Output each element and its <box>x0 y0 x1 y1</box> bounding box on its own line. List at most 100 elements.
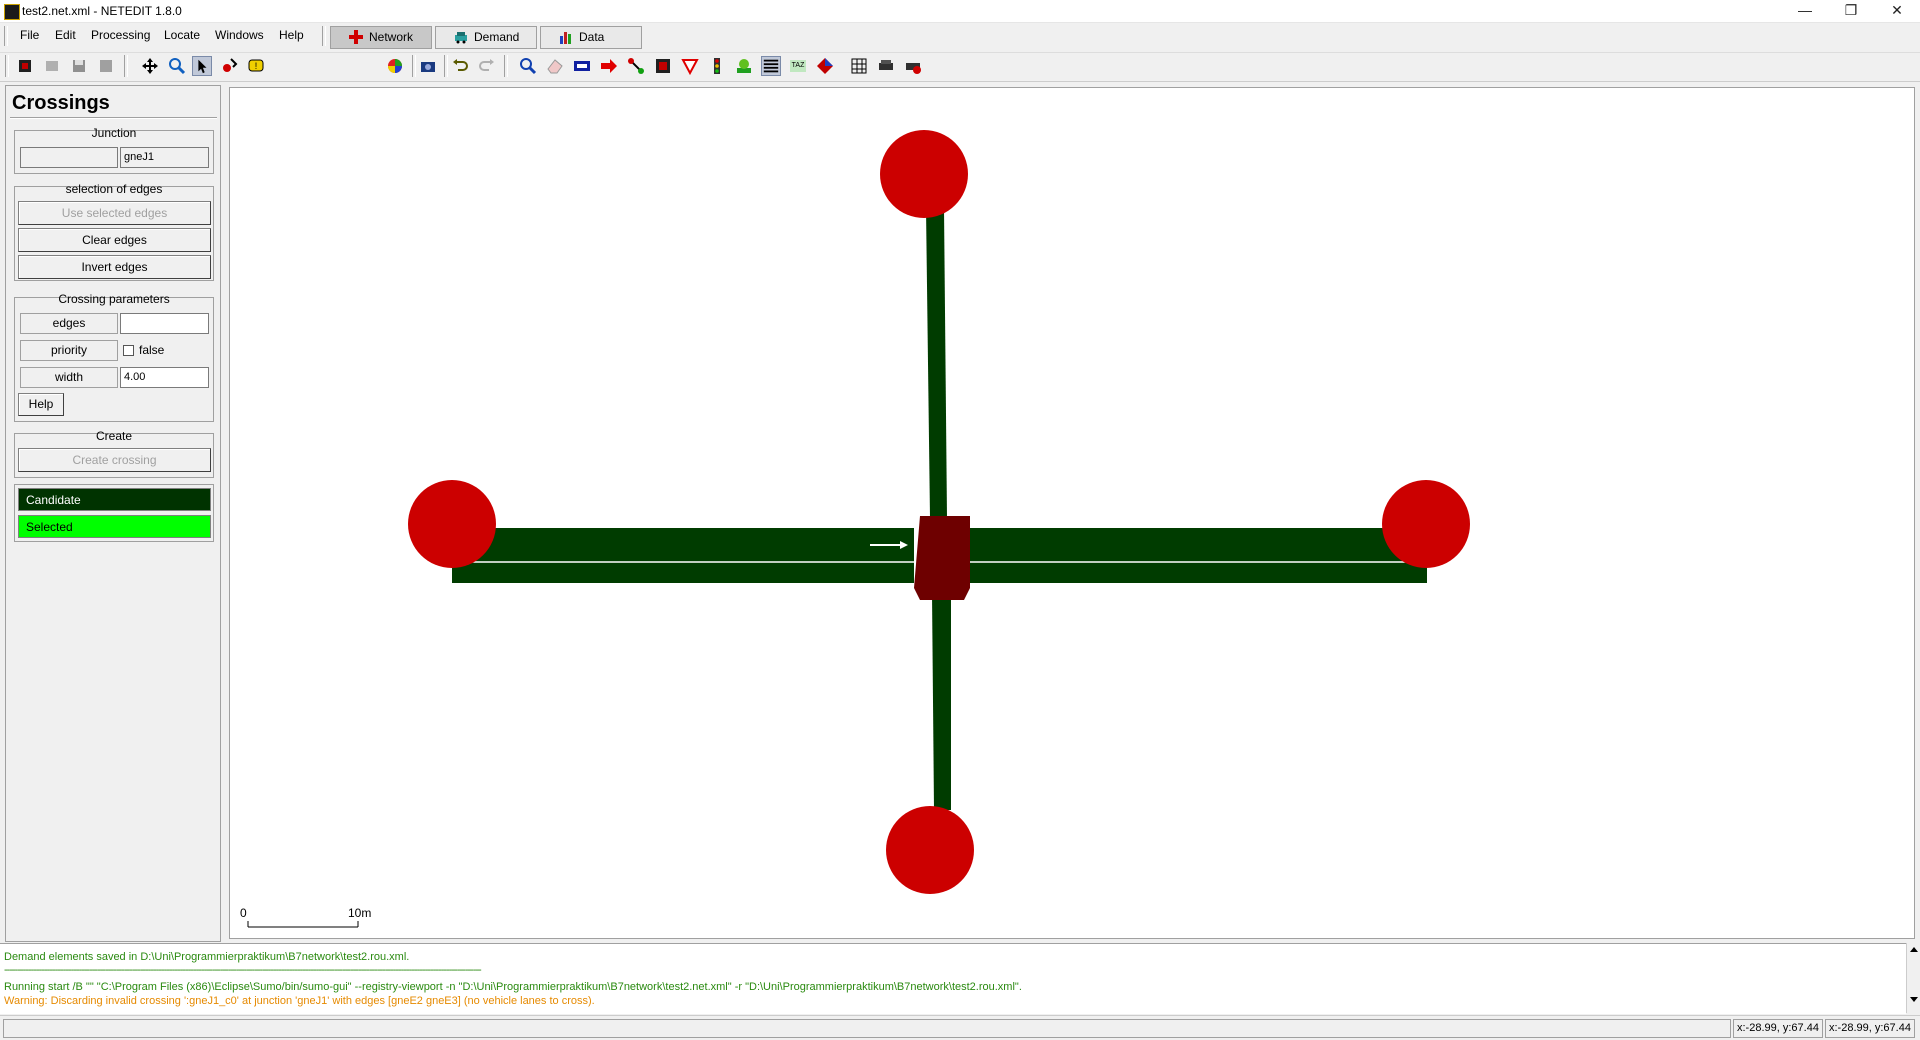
svg-text:TAZ: TAZ <box>792 62 805 69</box>
additional-mode-icon[interactable] <box>734 56 754 76</box>
scale-bar-label: 10m <box>348 906 371 920</box>
network-view[interactable]: 0 10m <box>230 88 1916 940</box>
edge-east[interactable] <box>963 528 1427 583</box>
car-icon <box>455 32 467 44</box>
screenshot-camera-icon[interactable] <box>418 56 438 76</box>
use-selected-edges-button[interactable]: Use selected edges <box>18 201 211 225</box>
inspect-mode-icon[interactable] <box>518 56 538 76</box>
frame-title-divider <box>10 117 217 119</box>
title-bar: test2.net.xml - NETEDIT 1.8.0 — ❐ ✕ <box>0 0 1920 23</box>
center-junction[interactable] <box>914 516 970 600</box>
message-window[interactable]: Demand elements saved in D:\Uni\Programm… <box>0 943 1906 1014</box>
new-network-icon[interactable] <box>15 56 35 76</box>
legend-selected: Selected <box>18 515 211 538</box>
status-message-field <box>3 1019 1731 1038</box>
menu-help[interactable]: Help <box>279 28 304 42</box>
polygon-mode-icon[interactable] <box>815 56 835 76</box>
zoom-icon[interactable] <box>167 56 187 76</box>
close-button[interactable]: ✕ <box>1874 0 1920 22</box>
junction-south[interactable] <box>886 806 974 894</box>
edges-param-input[interactable] <box>120 313 209 334</box>
scale-bar-zero: 0 <box>240 906 247 920</box>
edge-west[interactable] <box>452 528 914 583</box>
save-network-icon[interactable] <box>69 56 89 76</box>
scroll-up-icon[interactable] <box>1910 947 1918 952</box>
vehicle-visibility-icon[interactable] <box>876 56 896 76</box>
edge-south[interactable] <box>932 593 951 810</box>
status-bar: x:-28.99, y:67.44 x:-28.99, y:67.44 <box>0 1015 1920 1040</box>
frame-title: Crossings <box>12 92 110 114</box>
clear-edges-button[interactable]: Clear edges <box>18 228 211 252</box>
message-line: Running start /B "" "C:\Program Files (x… <box>4 981 1022 993</box>
inspect-move-icon[interactable] <box>140 56 160 76</box>
priority-param-label: priority <box>20 340 118 361</box>
legend-candidate: Candidate <box>18 488 211 511</box>
tab-demand[interactable]: Demand <box>435 26 537 49</box>
undo-icon[interactable] <box>450 56 470 76</box>
svg-text:!: ! <box>255 61 258 71</box>
minimize-button[interactable]: — <box>1782 0 1828 22</box>
junction-label-field <box>20 147 118 168</box>
network-plus-icon <box>349 30 363 44</box>
status-geo-coordinates: x:-28.99, y:67.44 <box>1825 1019 1915 1038</box>
tooltip-icon[interactable]: ! <box>246 56 266 76</box>
menu-separator <box>322 26 326 46</box>
create-edge-icon[interactable] <box>599 56 619 76</box>
edge-selection-heading: selection of edges <box>65 182 163 196</box>
tab-demand-label: Demand <box>474 30 520 44</box>
vehicle-spread-icon[interactable] <box>903 56 923 76</box>
menu-bar: File Edit Processing Locate Windows Help… <box>0 23 1920 49</box>
maximize-button[interactable]: ❐ <box>1828 0 1874 22</box>
menu-processing[interactable]: Processing <box>91 28 150 42</box>
create-crossing-button[interactable]: Create crossing <box>18 448 211 472</box>
select-pointer-icon[interactable] <box>192 56 212 76</box>
save-as-icon[interactable] <box>96 56 116 76</box>
menu-file[interactable]: File <box>20 28 39 42</box>
message-warning: Warning: Discarding invalid crossing ':g… <box>4 995 595 1007</box>
tab-data-label: Data <box>579 30 605 44</box>
menu-grip <box>4 26 8 46</box>
network-canvas[interactable]: 0 10m <box>229 87 1915 939</box>
open-network-icon[interactable] <box>42 56 62 76</box>
message-line: Demand elements saved in D:\Uni\Programm… <box>4 951 410 963</box>
delete-eraser-icon[interactable] <box>545 56 565 76</box>
menu-edit[interactable]: Edit <box>55 28 76 42</box>
traffic-light-icon[interactable] <box>707 56 727 76</box>
scroll-down-icon[interactable] <box>1910 997 1918 1002</box>
width-param-label: width <box>20 367 118 388</box>
taz-mode-icon[interactable]: TAZ <box>788 56 808 76</box>
tab-network[interactable]: Network <box>330 26 432 49</box>
connection-mode-icon[interactable] <box>653 56 673 76</box>
junction-id-field: gneJ1 <box>120 147 209 168</box>
crossing-locate-icon[interactable] <box>219 56 239 76</box>
junction-west[interactable] <box>408 480 496 568</box>
window-title: test2.net.xml - NETEDIT 1.8.0 <box>22 4 182 18</box>
crossing-mode-icon[interactable] <box>761 56 781 76</box>
tab-network-label: Network <box>369 30 414 44</box>
select-mode-icon[interactable] <box>572 56 592 76</box>
create-heading: Create <box>95 429 133 443</box>
help-button[interactable]: Help <box>18 393 64 416</box>
edge-north[interactable] <box>926 208 947 518</box>
toolbar: ! standard TAZ <box>0 52 1920 127</box>
toolbar-grip <box>5 55 9 77</box>
tab-data[interactable]: Data <box>540 26 642 49</box>
color-wheel-icon[interactable] <box>385 56 405 76</box>
junction-east[interactable] <box>1382 480 1470 568</box>
menu-locate[interactable]: Locate <box>164 28 200 42</box>
crossing-parameters-heading: Crossing parameters <box>58 292 170 306</box>
bar-chart-icon <box>560 32 571 44</box>
priority-checkbox[interactable] <box>123 345 134 356</box>
invert-edges-button[interactable]: Invert edges <box>18 255 211 279</box>
prohibition-mode-icon[interactable] <box>680 56 700 76</box>
message-scrollbar[interactable] <box>1906 943 1920 1013</box>
netedit-app-icon <box>4 4 20 20</box>
move-mode-icon[interactable] <box>626 56 646 76</box>
redo-icon[interactable] <box>477 56 497 76</box>
toolbar-separator <box>444 55 448 77</box>
grid-icon[interactable] <box>849 56 869 76</box>
menu-windows[interactable]: Windows <box>215 28 264 42</box>
junction-heading: Junction <box>91 126 137 140</box>
width-param-input[interactable]: 4.00 <box>120 367 209 388</box>
junction-north[interactable] <box>880 130 968 218</box>
